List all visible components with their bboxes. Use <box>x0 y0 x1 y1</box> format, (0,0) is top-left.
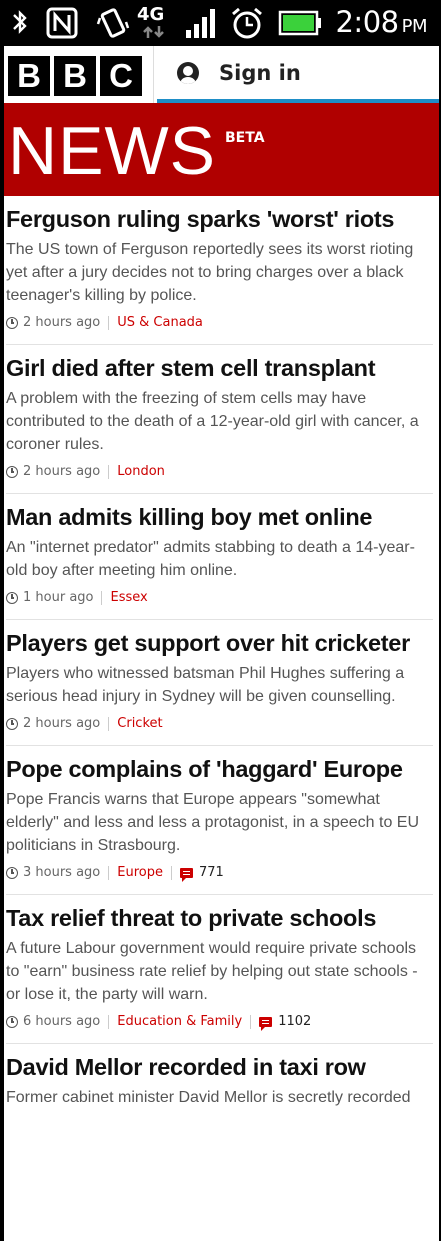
meta-divider <box>108 716 110 731</box>
user-icon <box>177 61 199 84</box>
meta-divider <box>108 1014 110 1029</box>
clock-icon <box>6 591 18 604</box>
article-meta: 6 hours ago Education & Family 1102 <box>6 1014 433 1031</box>
article-meta: 2 hours ago Cricket <box>6 716 433 731</box>
sign-in-button[interactable]: Sign in <box>157 46 439 103</box>
bbc-logo-letter: B <box>8 56 50 96</box>
meta-divider <box>170 865 172 880</box>
device-frame: 4G 2:08 PM B B C Sign in NEWS BETA Fergu… <box>0 0 441 1241</box>
article-item[interactable]: Players get support over hit cricketer P… <box>6 620 433 746</box>
data-transfer-icon <box>143 26 164 38</box>
article-summary: A problem with the freezing of stem cell… <box>6 390 419 453</box>
article-section-link[interactable]: Europe <box>117 865 163 880</box>
article-summary: Former cabinet minister David Mellor is … <box>6 1089 411 1106</box>
article-headline[interactable]: David Mellor recorded in taxi row <box>6 1052 433 1082</box>
news-banner[interactable]: NEWS BETA <box>4 103 439 196</box>
status-bar: 4G 2:08 PM <box>0 0 441 46</box>
beta-badge: BETA <box>225 130 265 146</box>
meta-divider <box>101 590 103 605</box>
clock-icon <box>6 1015 18 1028</box>
alarm-clock-icon <box>232 7 262 39</box>
meta-divider <box>108 865 110 880</box>
article-item[interactable]: David Mellor recorded in taxi row Former… <box>6 1044 433 1123</box>
meta-divider <box>250 1014 252 1029</box>
article-section-link[interactable]: Essex <box>110 590 147 605</box>
article-item[interactable]: Pope complains of 'haggard' Europe Pope … <box>6 746 433 895</box>
article-headline[interactable]: Ferguson ruling sparks 'worst' riots <box>6 204 433 234</box>
article-headline[interactable]: Tax relief threat to private schools <box>6 903 433 933</box>
article-list: Ferguson ruling sparks 'worst' riots The… <box>4 196 439 1241</box>
article-headline[interactable]: Girl died after stem cell transplant <box>6 353 433 383</box>
clock-icon <box>6 866 18 879</box>
comment-icon[interactable] <box>179 867 193 882</box>
header-divider <box>153 46 154 103</box>
article-meta: 3 hours ago Europe 771 <box>6 865 433 882</box>
clock-time: 2:08 PM <box>335 5 427 39</box>
article-section-link[interactable]: Education & Family <box>117 1014 242 1029</box>
clock-icon <box>6 465 18 478</box>
bbc-logo[interactable]: B B C <box>8 56 142 96</box>
article-time: 6 hours ago <box>23 1014 101 1029</box>
article-time: 3 hours ago <box>23 865 101 880</box>
bbc-logo-letter: B <box>54 56 96 96</box>
clock-ampm: PM <box>401 16 428 37</box>
article-time: 2 hours ago <box>23 464 101 479</box>
comment-icon[interactable] <box>259 1016 273 1031</box>
article-item[interactable]: Tax relief threat to private schools A f… <box>6 895 433 1044</box>
vibrate-icon <box>96 8 130 38</box>
signal-strength-icon <box>186 9 215 38</box>
article-meta: 2 hours ago US & Canada <box>6 315 433 330</box>
bluetooth-icon <box>13 10 27 34</box>
article-item[interactable]: Ferguson ruling sparks 'worst' riots The… <box>6 196 433 345</box>
article-summary: A future Labour government would require… <box>6 940 418 1003</box>
clock-icon <box>6 316 18 329</box>
news-title: NEWS <box>8 113 216 189</box>
bbc-header: B B C Sign in <box>4 46 439 103</box>
article-headline[interactable]: Man admits killing boy met online <box>6 502 433 532</box>
article-meta: 1 hour ago Essex <box>6 590 433 605</box>
comment-count[interactable]: 771 <box>199 865 224 880</box>
article-item[interactable]: Man admits killing boy met online An "in… <box>6 494 433 620</box>
article-time: 1 hour ago <box>23 590 94 605</box>
article-summary: Players who witnessed batsman Phil Hughe… <box>6 665 405 705</box>
article-headline[interactable]: Pope complains of 'haggard' Europe <box>6 754 433 784</box>
comment-count[interactable]: 1102 <box>278 1014 311 1029</box>
meta-divider <box>108 315 110 330</box>
article-section-link[interactable]: Cricket <box>117 716 162 731</box>
article-time: 2 hours ago <box>23 716 101 731</box>
article-time: 2 hours ago <box>23 315 101 330</box>
article-summary: The US town of Ferguson reportedly sees … <box>6 241 414 304</box>
article-section-link[interactable]: US & Canada <box>117 315 203 330</box>
article-section-link[interactable]: London <box>117 464 165 479</box>
meta-divider <box>108 464 110 479</box>
article-summary: Pope Francis warns that Europe appears "… <box>6 791 420 854</box>
article-summary: An "internet predator" admits stabbing t… <box>6 539 415 579</box>
battery-icon <box>278 10 321 36</box>
clock-time-value: 2:08 <box>335 5 399 39</box>
sign-in-label: Sign in <box>219 60 301 85</box>
nfc-icon <box>46 7 78 39</box>
bbc-logo-letter: C <box>100 56 142 96</box>
article-headline[interactable]: Players get support over hit cricketer <box>6 628 433 658</box>
article-item[interactable]: Girl died after stem cell transplant A p… <box>6 345 433 494</box>
clock-icon <box>6 717 18 730</box>
article-meta: 2 hours ago London <box>6 464 433 479</box>
